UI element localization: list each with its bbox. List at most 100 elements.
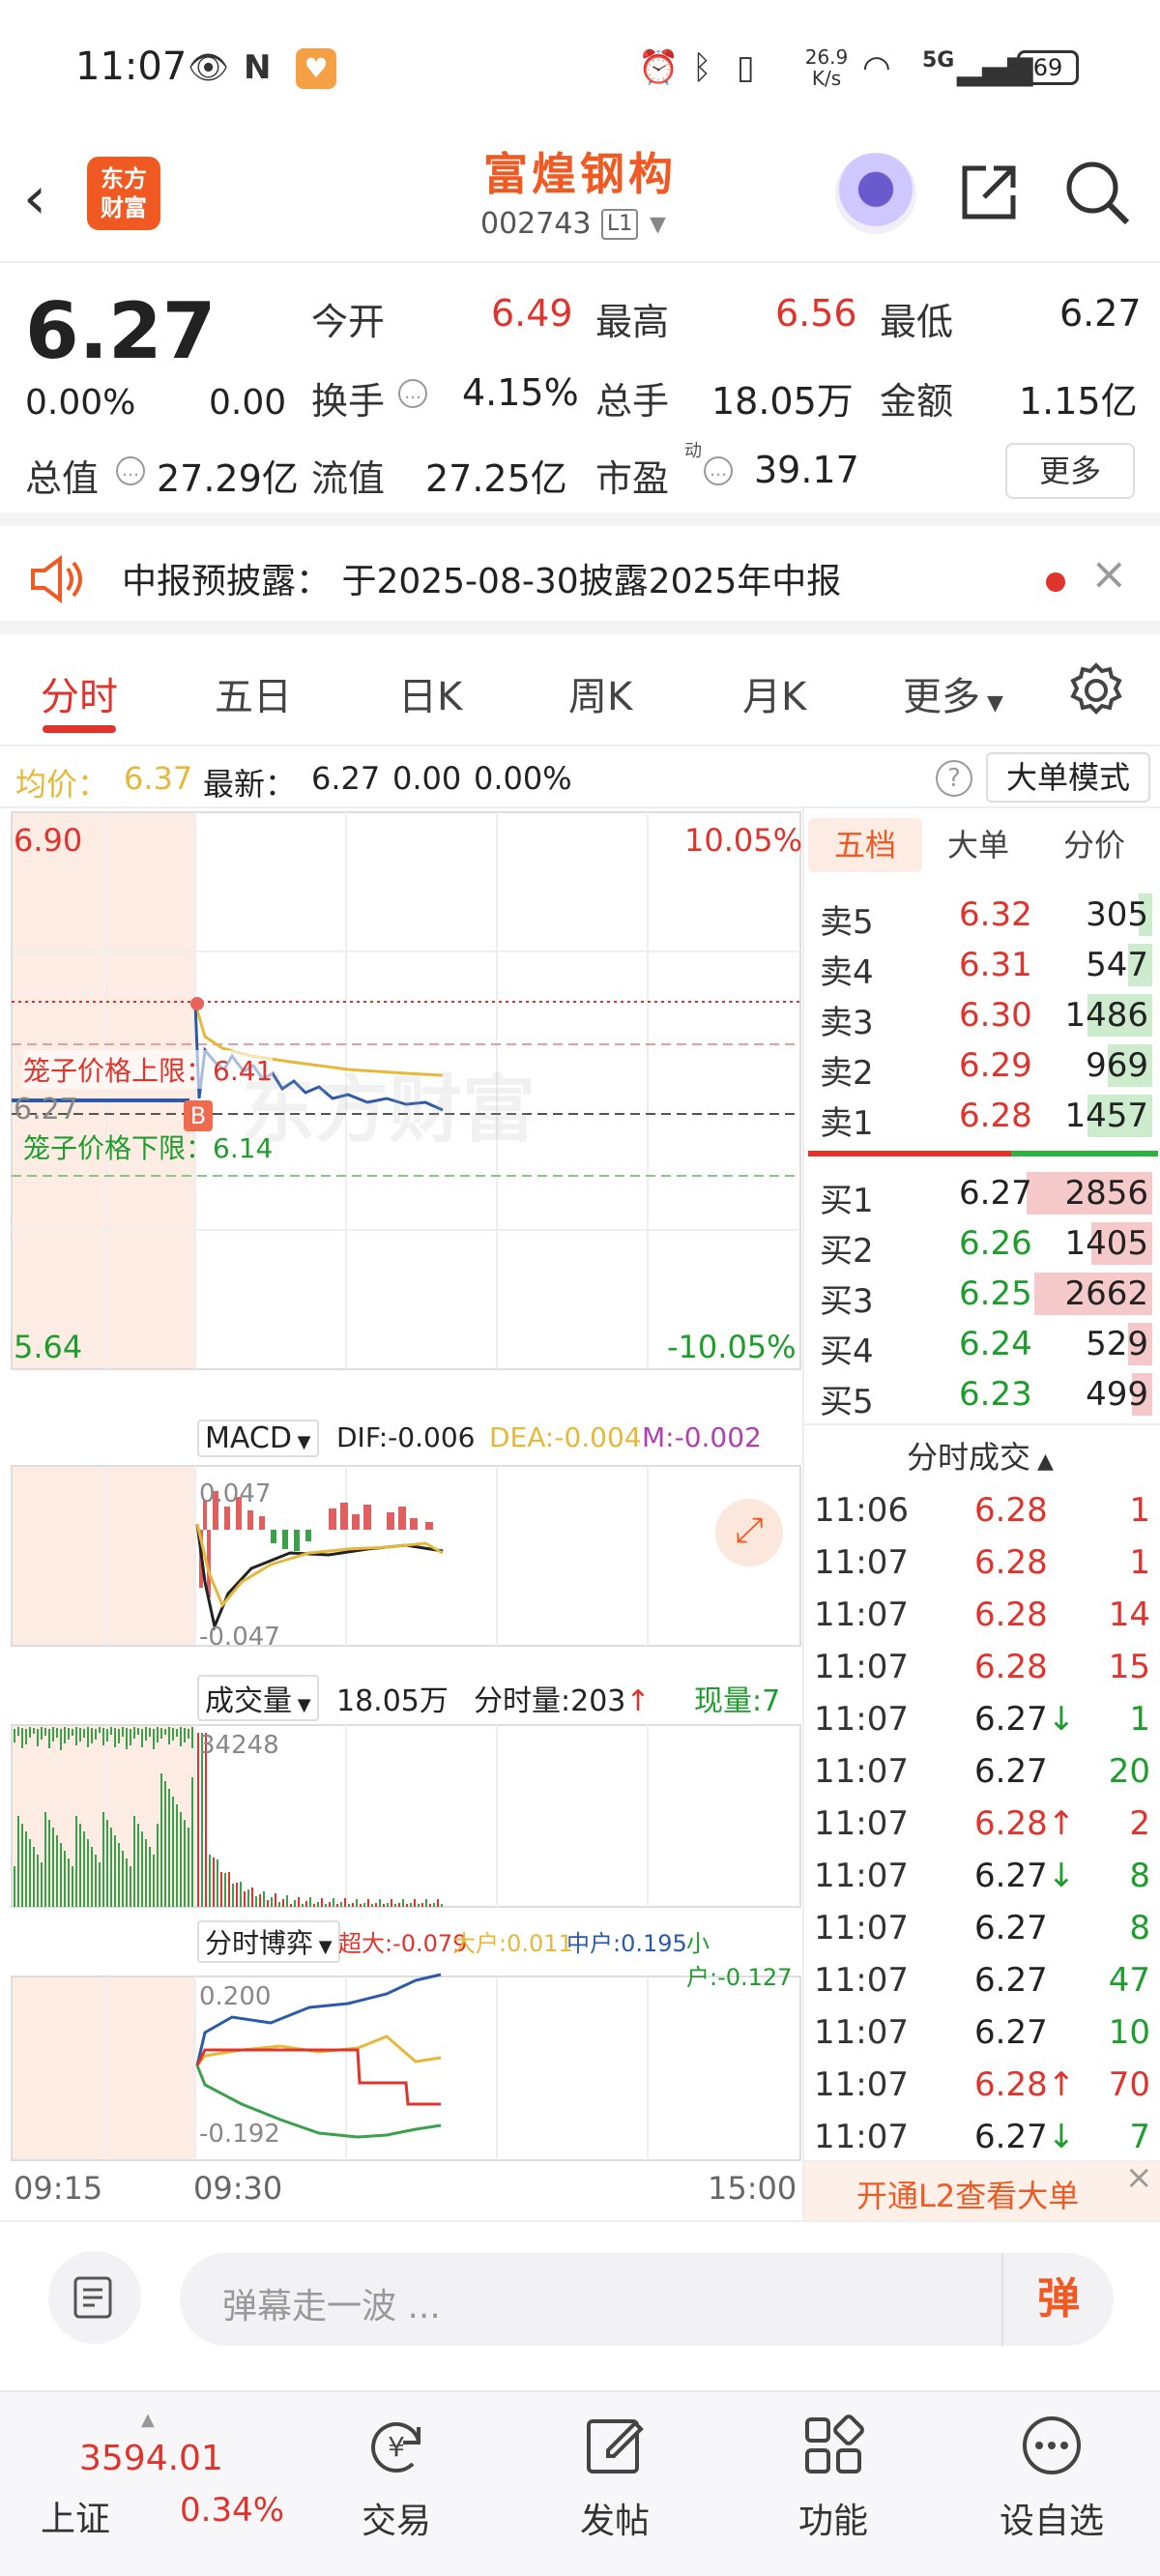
chart-svg bbox=[11, 811, 801, 2161]
bid-price: 6.25 bbox=[959, 1274, 1032, 1313]
chevron-up-icon: ▲ bbox=[1030, 1449, 1054, 1474]
game-selector[interactable]: 分时博弈 ▼ bbox=[197, 1920, 340, 1963]
tab-intraday[interactable]: 分时 bbox=[41, 665, 118, 721]
buy-marker[interactable]: B bbox=[184, 1100, 213, 1131]
trade-row: 11:07 6.28 15 bbox=[812, 1642, 1154, 1694]
ask-row-3: 卖3 6.30 1486 bbox=[814, 990, 1152, 1042]
trade-volume: 10 bbox=[1108, 2013, 1150, 2052]
nav-functions[interactable]: 功能 bbox=[756, 2412, 911, 2543]
volume-max-label: 34248 bbox=[199, 1731, 279, 1760]
volume-bar bbox=[137, 1824, 139, 1907]
tab-daily-k[interactable]: 日K bbox=[398, 665, 462, 721]
volume-bar bbox=[14, 1729, 15, 1742]
info-icon[interactable]: … bbox=[398, 379, 427, 408]
trade-volume: 20 bbox=[1108, 1752, 1150, 1791]
avg-price-value: 6.37 bbox=[124, 760, 193, 797]
close-icon[interactable]: × bbox=[1125, 2158, 1153, 2197]
l2-banner[interactable]: 开通L2查看大单 × bbox=[804, 2158, 1160, 2220]
change-amount: 0.00 bbox=[209, 383, 287, 423]
macd-selector[interactable]: MACD ▼ bbox=[197, 1420, 319, 1457]
volume-bar bbox=[95, 1729, 97, 1740]
high-value: 6.56 bbox=[775, 292, 857, 335]
volume-bar bbox=[87, 1839, 89, 1907]
tab-more[interactable]: 更多 ▼ bbox=[903, 665, 1003, 721]
nav-trade[interactable]: ¥ 交易 bbox=[319, 2412, 474, 2543]
danmu-input[interactable]: 弹幕走一波 ... 弹 bbox=[180, 2253, 1114, 2346]
trade-time: 11:07 bbox=[814, 1909, 909, 1947]
bluetooth-icon: ᛒ bbox=[692, 48, 712, 87]
volume-bar bbox=[160, 1728, 162, 1739]
trade-price-value: 6.27 bbox=[974, 1909, 1048, 1947]
stock-code: 002743 bbox=[480, 207, 592, 241]
volume-bar bbox=[220, 1872, 222, 1907]
volume-bar bbox=[130, 1729, 131, 1745]
big-order-mode-button[interactable]: 大单模式 bbox=[986, 752, 1150, 803]
tab-monthly-k[interactable]: 月K bbox=[742, 665, 806, 721]
index-ticker[interactable]: ▲ 3594.01 上证 0.34% bbox=[25, 2410, 286, 2555]
intraday-chart-area[interactable]: 6.90 10.05% 5.64 -10.05% 6.27 笼子价格上限：6.4… bbox=[0, 808, 802, 2220]
danmu-placeholder: 弹幕走一波 ... bbox=[222, 2287, 441, 2327]
expand-icon[interactable]: ⤢ bbox=[715, 1499, 783, 1566]
tab-weekly-k[interactable]: 周K bbox=[568, 665, 632, 721]
tab-five-day[interactable]: 五日 bbox=[215, 665, 292, 721]
volume-bar bbox=[17, 1727, 19, 1736]
volume-bar bbox=[213, 1858, 215, 1907]
trade-price-value: 6.28 bbox=[974, 2065, 1048, 2104]
volume-bar bbox=[64, 1727, 66, 1743]
bid-price: 6.24 bbox=[959, 1325, 1032, 1363]
ask-vol: 1457 bbox=[1064, 1097, 1148, 1135]
book-tab-five[interactable]: 五档 bbox=[808, 818, 922, 872]
volume-bar bbox=[333, 1898, 334, 1907]
volume-bar bbox=[48, 1820, 50, 1907]
volume-bar bbox=[25, 1729, 27, 1744]
trade-volume: 15 bbox=[1108, 1648, 1150, 1686]
level-badge[interactable]: L1 bbox=[601, 209, 639, 240]
volume-bar bbox=[247, 1889, 249, 1907]
gear-icon[interactable] bbox=[1067, 661, 1125, 719]
chevron-down-icon[interactable]: ▼ bbox=[650, 213, 666, 237]
comment-list-button[interactable] bbox=[48, 2251, 141, 2344]
trade-price: 6.28 bbox=[974, 1595, 1048, 1634]
ask-row-5: 卖5 6.32 305 bbox=[814, 890, 1152, 942]
current-volume: 现量:7 bbox=[694, 1684, 781, 1718]
network-type: 5G bbox=[922, 48, 955, 73]
volume-bar bbox=[130, 1866, 131, 1907]
volume-bar bbox=[259, 1894, 261, 1907]
volume-bar bbox=[367, 1899, 369, 1907]
ask-price: 6.32 bbox=[959, 895, 1032, 934]
bid-vol: 2662 bbox=[1064, 1274, 1148, 1313]
nav-trade-label: 交易 bbox=[361, 2502, 431, 2541]
danmu-button[interactable]: 弹 bbox=[1001, 2253, 1114, 2346]
more-button[interactable]: 更多 bbox=[1005, 443, 1135, 499]
close-icon[interactable]: × bbox=[1090, 547, 1128, 600]
help-icon[interactable]: ? bbox=[936, 760, 972, 797]
nav-watchlist-label: 设自选 bbox=[999, 2502, 1104, 2541]
time-axis-start: 09:15 bbox=[14, 2170, 103, 2207]
alarm-icon: ⏰ bbox=[638, 48, 680, 87]
volume-bar bbox=[168, 1727, 170, 1744]
nav-post[interactable]: 发帖 bbox=[537, 2412, 692, 2543]
net-speed-value: 26.9 bbox=[804, 45, 849, 69]
info-icon[interactable]: … bbox=[116, 456, 145, 485]
volume-bar bbox=[313, 1904, 315, 1907]
nav-watchlist[interactable]: 设自选 bbox=[974, 2412, 1129, 2543]
latest-change: 0.00 bbox=[392, 760, 462, 797]
minute-volume: 分时量:203↑ bbox=[474, 1677, 651, 1719]
volume-bar bbox=[348, 1904, 350, 1907]
notice-bar[interactable]: 中报预披露： 于2025-08-30披露2025年中报 × bbox=[0, 526, 1160, 634]
volume-selector[interactable]: 成交量 ▼ bbox=[197, 1675, 319, 1721]
trade-price: 6.27 bbox=[974, 2013, 1048, 2052]
ai-assistant-icon[interactable] bbox=[835, 153, 916, 234]
volume-bar bbox=[371, 1904, 373, 1907]
volume-bar bbox=[68, 1728, 70, 1740]
time-axis-open: 09:30 bbox=[193, 2170, 283, 2207]
book-tab-price[interactable]: 分价 bbox=[1063, 818, 1125, 872]
share-icon[interactable] bbox=[957, 161, 1021, 224]
trade-price: 6.27↓ bbox=[974, 1700, 1075, 1739]
volume-bar bbox=[164, 1729, 166, 1735]
info-icon[interactable]: … bbox=[704, 456, 733, 485]
volume-bar bbox=[406, 1904, 408, 1907]
book-tab-big[interactable]: 大单 bbox=[947, 818, 1009, 872]
search-icon[interactable] bbox=[1063, 159, 1131, 226]
trades-title[interactable]: 分时成交 ▲ bbox=[907, 1433, 1054, 1478]
